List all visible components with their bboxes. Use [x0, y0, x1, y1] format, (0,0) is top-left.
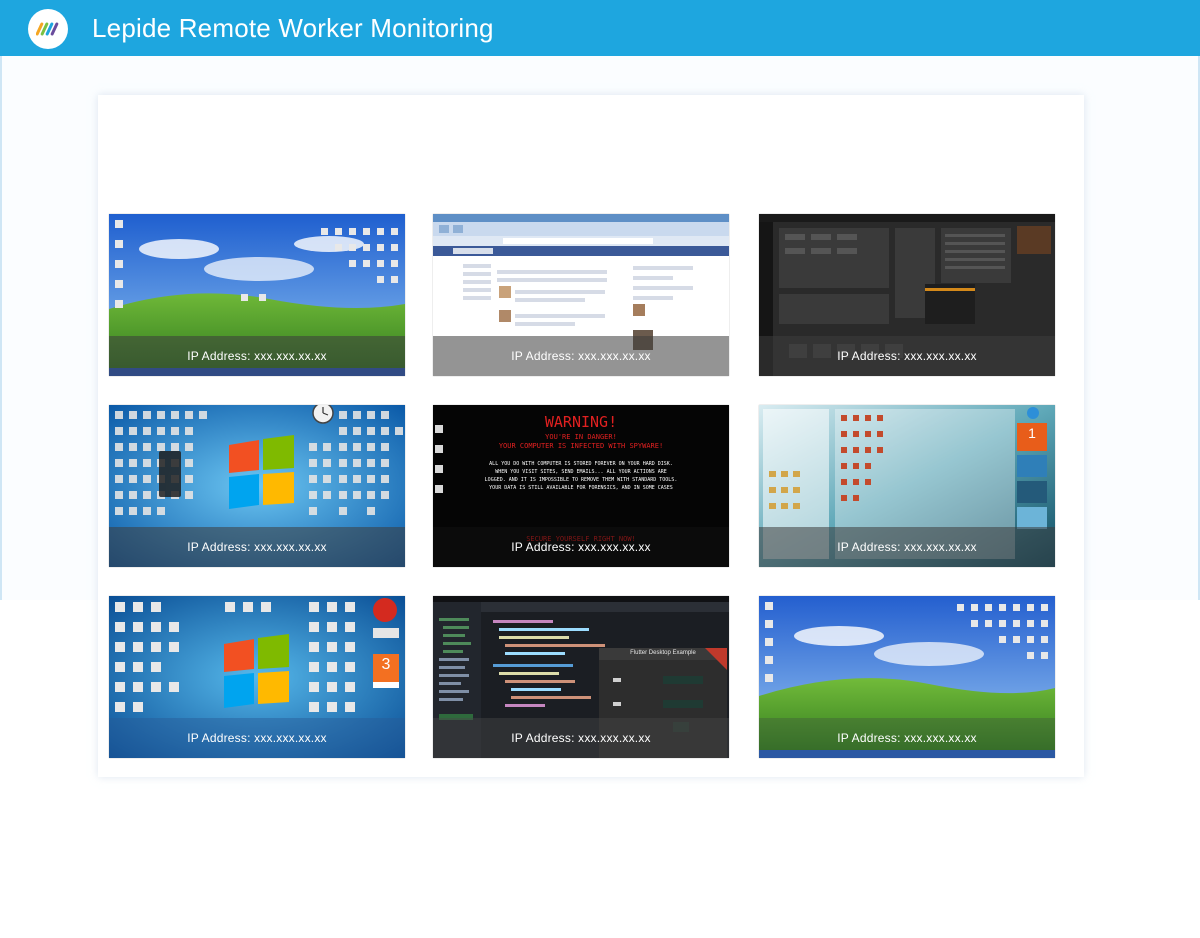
desktop-thumbnail[interactable]: IP Address: xxx.xxx.xx.xx [109, 214, 405, 376]
desktop-thumbnail[interactable]: Flutter Desktop Example IP Address: xxx.… [433, 596, 729, 758]
ip-address-label: IP Address: xxx.xxx.xx.xx [759, 527, 1055, 567]
warning-body-1: ALL YOU DO WITH COMPUTER IS STORED FOREV… [489, 461, 673, 467]
warning-body-2: WHEN YOU VISIT SITES, SEND EMAILS... ALL… [495, 469, 667, 475]
screenshot-grid-panel: IP Address: xxx.xxx.xx.xx IP Address: xx… [98, 95, 1084, 777]
lepide-logo-icon [28, 9, 68, 49]
ip-address-label: IP Address: xxx.xxx.xx.xx [109, 718, 405, 758]
flutter-window-title: Flutter Desktop Example [630, 650, 696, 656]
warning-line-2: YOUR COMPUTER IS INFECTED WITH SPYWARE! [498, 442, 664, 450]
ip-address-label: IP Address: xxx.xxx.xx.xx [759, 336, 1055, 376]
ip-address-label: IP Address: xxx.xxx.xx.xx [433, 718, 729, 758]
warning-heading: WARNING! [544, 413, 618, 431]
calendar-tile-day: 1 [1028, 425, 1036, 441]
desktop-thumbnail[interactable]: IP Address: xxx.xxx.xx.xx [109, 405, 405, 567]
desktop-thumbnail[interactable]: IP Address: xxx.xxx.xx.xx [433, 214, 729, 376]
desktop-thumbnail[interactable]: WARNING! YOU'RE IN DANGER! YOUR COMPUTER… [433, 405, 729, 567]
warning-line-1: YOU'RE IN DANGER! [545, 433, 617, 441]
warning-body-3: LOGGED. AND IT IS IMPOSSIBLE TO REMOVE T… [484, 477, 678, 483]
app-title: Lepide Remote Worker Monitoring [92, 13, 494, 43]
desktop-thumbnail[interactable]: 1 IP Address: xxx.xxx.xx.xx [759, 405, 1055, 567]
ip-address-label: IP Address: xxx.xxx.xx.xx [109, 336, 405, 376]
calendar-gadget-day: 3 [381, 656, 391, 673]
ip-address-label: IP Address: xxx.xxx.xx.xx [433, 527, 729, 567]
desktop-thumbnail[interactable]: IP Address: xxx.xxx.xx.xx [759, 596, 1055, 758]
desktop-thumbnail[interactable]: IP Address: xxx.xxx.xx.xx [759, 214, 1055, 376]
ip-address-label: IP Address: xxx.xxx.xx.xx [759, 718, 1055, 758]
ip-address-label: IP Address: xxx.xxx.xx.xx [433, 336, 729, 376]
ip-address-label: IP Address: xxx.xxx.xx.xx [109, 527, 405, 567]
app-header: Lepide Remote Worker Monitoring [0, 0, 1200, 57]
desktop-thumbnail[interactable]: 3 IP Address: xxx.xxx.xx.xx [109, 596, 405, 758]
warning-body-4: YOUR DATA IS STILL AVAILABLE FOR FORENSI… [489, 485, 673, 491]
